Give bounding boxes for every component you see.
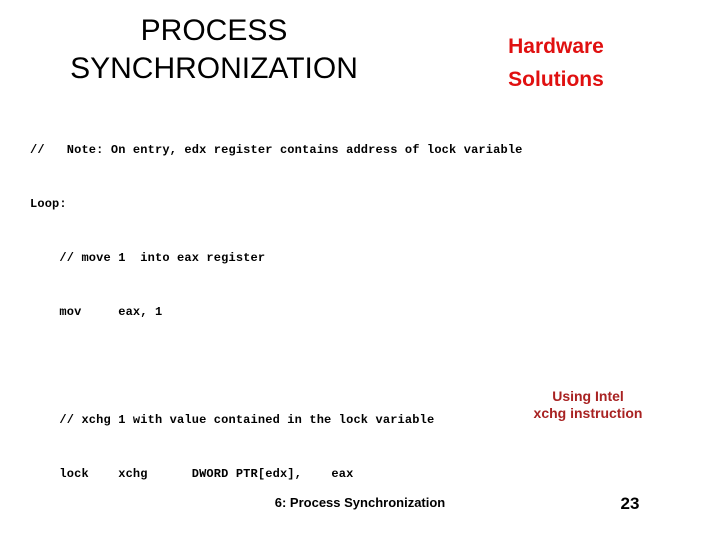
code-line: Loop: <box>30 197 67 211</box>
page-subtitle: Hardware Solutions <box>440 30 672 96</box>
page-title-line-2: SYNCHRONIZATION <box>70 52 358 85</box>
page-subtitle-line-1: Hardware <box>508 35 604 58</box>
code-line: mov eax, 1 <box>30 305 163 319</box>
slide-canvas: PROCESS SYNCHRONIZATION Hardware Solutio… <box>0 0 720 540</box>
code-line: // Note: On entry, edx register contains… <box>30 143 523 157</box>
code-line: // move 1 into eax register <box>30 251 266 265</box>
footer-page-number: 23 <box>620 494 640 513</box>
footer-title: 6: Process Synchronization <box>274 495 446 510</box>
callout-line-1: Using Intel <box>552 388 624 404</box>
page-subtitle-line-2: Solutions <box>508 68 604 91</box>
callout-note: Using Intel xchg instruction <box>492 388 684 422</box>
code-line: lock xchg DWORD PTR[edx], eax <box>30 467 354 481</box>
page-title: PROCESS SYNCHRONIZATION <box>14 12 414 88</box>
callout-line-2: xchg instruction <box>533 405 643 421</box>
code-block: // Note: On entry, edx register contains… <box>30 105 710 540</box>
page-title-line-1: PROCESS <box>140 14 288 47</box>
